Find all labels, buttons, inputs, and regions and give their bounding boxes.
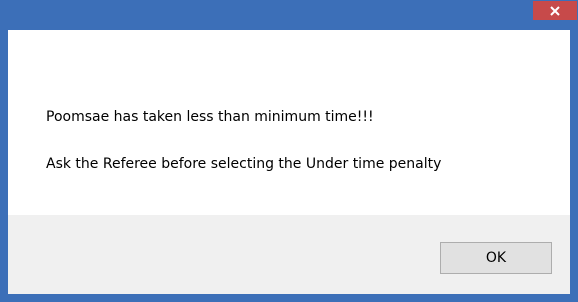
- title-bar[interactable]: [0, 0, 578, 30]
- message-text-line-2: Ask the Referee before selecting the Und…: [46, 156, 442, 172]
- message-dialog: Poomsae has taken less than minimum time…: [0, 0, 578, 302]
- message-text-line-1: Poomsae has taken less than minimum time…: [46, 109, 374, 125]
- message-area: Poomsae has taken less than minimum time…: [8, 30, 570, 215]
- dialog-client-area: Poomsae has taken less than minimum time…: [8, 30, 570, 294]
- close-button[interactable]: [533, 1, 577, 20]
- close-icon: [549, 5, 561, 17]
- ok-button[interactable]: OK: [440, 242, 552, 274]
